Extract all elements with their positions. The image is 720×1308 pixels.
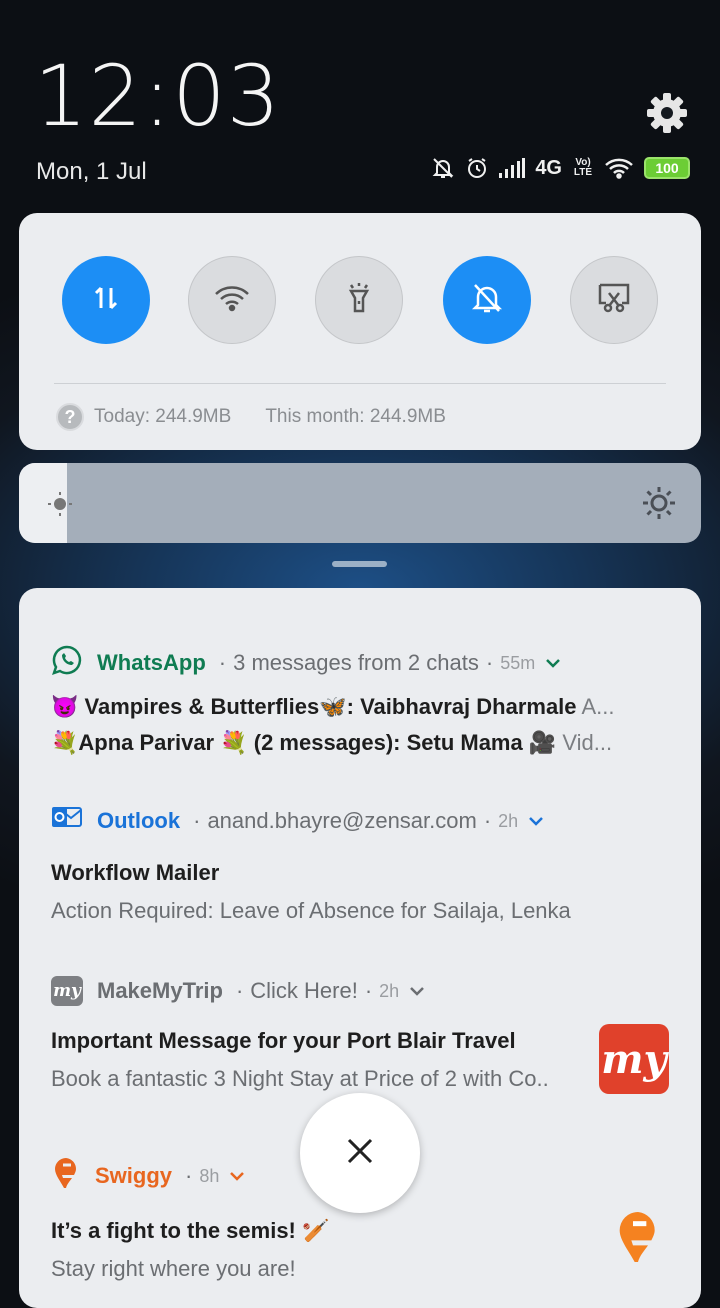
whatsapp-icon	[51, 644, 83, 682]
notification-summary: 3 messages from 2 chats	[233, 650, 479, 675]
close-icon	[346, 1137, 374, 1170]
notification-time: 2h	[498, 810, 519, 831]
makemytrip-notification[interactable]: my MakeMyTrip · Click Here! · 2h Importa…	[51, 976, 669, 1094]
wifi-icon	[212, 283, 252, 318]
message-sender: 😈 Vampires & Butterflies🦋: Vaibhavraj Dh…	[51, 694, 577, 719]
status-icons: 4G Vo) LTE 100	[431, 156, 690, 180]
notification-app-name: WhatsApp	[97, 650, 206, 675]
makemytrip-logo: my	[599, 1024, 669, 1094]
data-usage-row[interactable]: ? Today: 244.9MB This month: 244.9MB	[56, 403, 446, 431]
drag-handle[interactable]	[332, 561, 387, 567]
data-month: This month: 244.9MB	[265, 406, 446, 427]
notification-app-name: Swiggy	[95, 1163, 173, 1188]
settings-gear-icon[interactable]	[644, 90, 690, 136]
notification-body: Action Required: Leave of Absence for Sa…	[51, 898, 571, 923]
swiggy-logo	[613, 1204, 663, 1275]
whatsapp-notification[interactable]: WhatsApp · 3 messages from 2 chats · 55m…	[51, 644, 669, 756]
qs-divider	[54, 383, 666, 384]
message-line: 💐Apna Parivar 💐 (2 messages): Setu Mama …	[51, 730, 669, 756]
brightness-slider[interactable]	[19, 463, 701, 543]
notification-title: Important Message for your Port Blair Tr…	[51, 1028, 516, 1053]
message-preview: 🎥 Vid...	[528, 730, 613, 755]
brightness-low-icon	[45, 489, 75, 524]
notification-title: It’s a fight to the semis! 🏏	[51, 1218, 330, 1243]
chevron-down-icon[interactable]	[229, 1170, 245, 1182]
help-icon: ?	[56, 403, 84, 431]
wifi-status-icon	[604, 157, 634, 179]
flashlight-toggle[interactable]	[315, 256, 403, 344]
outlook-icon	[51, 804, 83, 838]
bell-off-icon	[431, 156, 455, 180]
date: Mon, 1 Jul	[36, 158, 147, 185]
notification-time: 8h	[199, 1165, 220, 1186]
volte-icon: Vo) LTE	[573, 157, 593, 178]
flashlight-icon	[343, 281, 375, 320]
screenshot-toggle[interactable]	[570, 256, 658, 344]
quick-settings-panel: ? Today: 244.9MB This month: 244.9MB	[19, 213, 701, 450]
notification-summary: Click Here!	[250, 978, 358, 1003]
signal-icon	[499, 158, 526, 178]
notification-time: 2h	[379, 980, 400, 1001]
clock: 12:03	[34, 47, 282, 145]
wifi-toggle[interactable]	[188, 256, 276, 344]
brightness-high-icon	[641, 485, 677, 526]
outlook-notification[interactable]: Outlook · anand.bhayre@zensar.com · 2h W…	[51, 804, 669, 924]
notification-title: Workflow Mailer	[51, 860, 220, 885]
message-sender: 💐Apna Parivar 💐 (2 messages): Setu Mama	[51, 730, 523, 755]
screenshot-icon	[596, 281, 632, 320]
bell-off-icon	[469, 280, 505, 321]
chevron-down-icon[interactable]	[545, 657, 561, 669]
alarm-icon	[465, 156, 489, 180]
chevron-down-icon[interactable]	[528, 815, 544, 827]
notification-account: anand.bhayre@zensar.com	[207, 808, 477, 833]
data-today: Today: 244.9MB	[94, 406, 232, 427]
swiggy-icon	[51, 1156, 81, 1196]
chevron-down-icon[interactable]	[409, 985, 425, 997]
battery-indicator: 100	[644, 157, 690, 179]
notification-app-name: Outlook	[97, 808, 181, 833]
notification-time: 55m	[500, 652, 536, 673]
notification-body: Stay right where you are!	[51, 1256, 296, 1281]
notification-app-name: MakeMyTrip	[97, 978, 223, 1003]
mobile-data-toggle[interactable]	[62, 256, 150, 344]
clear-all-button[interactable]	[300, 1093, 420, 1213]
notification-body: Book a fantastic 3 Night Stay at Price o…	[51, 1066, 549, 1091]
silent-toggle[interactable]	[443, 256, 531, 344]
data-transfer-icon	[90, 282, 122, 319]
network-type: 4G	[535, 156, 562, 179]
message-line: 😈 Vampires & Butterflies🦋: Vaibhavraj Dh…	[51, 694, 669, 720]
makemytrip-icon: my	[51, 976, 83, 1006]
message-preview: A...	[581, 694, 615, 719]
